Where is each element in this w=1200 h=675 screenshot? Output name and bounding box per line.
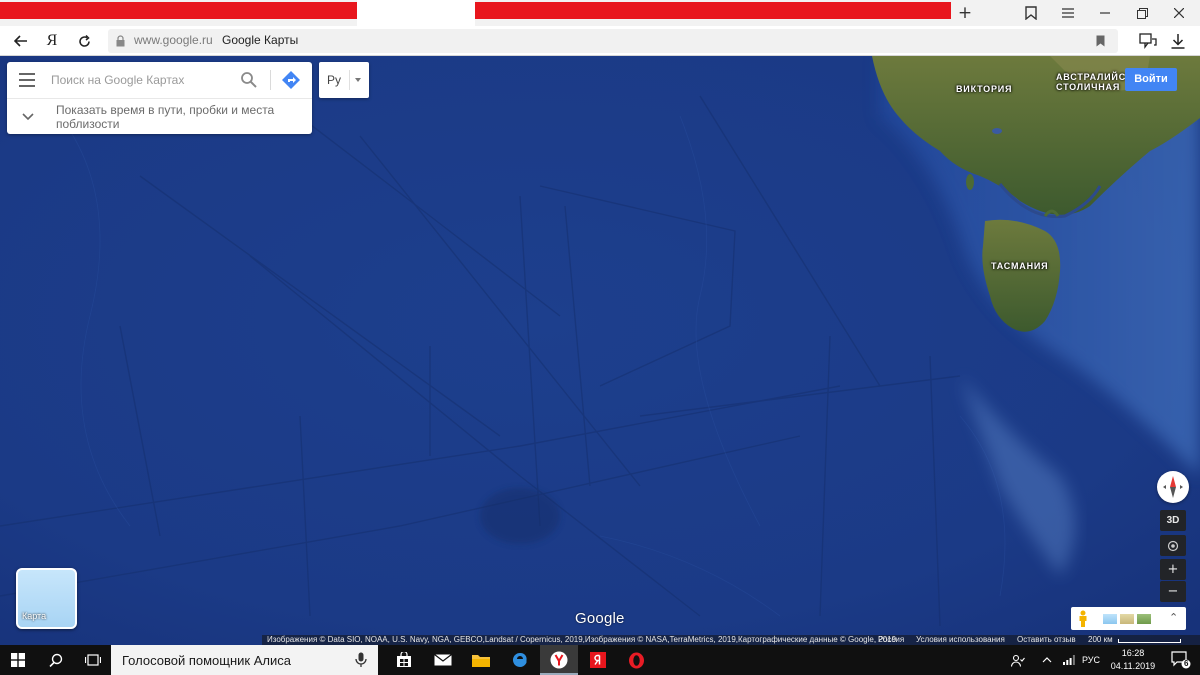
language-value: Ру <box>327 73 342 87</box>
tray-overflow-icon[interactable] <box>1035 645 1059 675</box>
satellite-imagery <box>0 56 1200 645</box>
compass-control[interactable] <box>1157 471 1189 503</box>
clock-time: 16:28 <box>1121 648 1145 658</box>
address-bar: Я www.google.ru Google Карты <box>0 26 1200 56</box>
network-icon[interactable] <box>1057 645 1081 675</box>
restore-icon[interactable] <box>1127 2 1157 24</box>
lock-icon <box>116 35 125 47</box>
reload-icon[interactable] <box>73 30 95 52</box>
browser-tab-strip: + <box>0 0 1200 26</box>
voice-assistant-box[interactable]: Голосовой помощник Алиса <box>111 645 378 675</box>
search-input[interactable] <box>51 70 231 90</box>
translate-icon[interactable] <box>1137 30 1159 52</box>
back-arrow-icon[interactable] <box>10 30 32 52</box>
scale-bar <box>1118 639 1181 643</box>
menu-icon[interactable] <box>1053 2 1083 24</box>
map-type-label: Карта <box>22 611 47 621</box>
url-domain: www.google.ru <box>134 33 213 47</box>
new-tab-icon[interactable]: + <box>950 2 980 24</box>
windows-start-icon[interactable] <box>0 645 36 675</box>
yandex-logo-icon[interactable]: Я <box>41 30 63 52</box>
label-victoria[interactable]: ВИКТОРИЯ <box>956 84 1012 94</box>
layer-terrain-icon[interactable] <box>1120 614 1134 624</box>
layers-strip[interactable]: ⌃ <box>1071 607 1186 630</box>
scale-label[interactable]: 200 км <box>1088 635 1113 645</box>
people-icon[interactable] <box>1003 645 1033 675</box>
search-divider <box>270 70 271 90</box>
download-icon[interactable] <box>1167 30 1189 52</box>
mail-icon[interactable] <box>425 645 461 675</box>
compass-icon <box>1163 476 1183 498</box>
terms-link[interactable]: Условия использования <box>916 635 1005 645</box>
windows-taskbar: Голосовой помощник Алиса РУС 16:28 04.11… <box>0 645 1200 675</box>
microphone-icon[interactable] <box>355 652 367 668</box>
feedback-link[interactable]: Оставить отзыв <box>1017 635 1076 645</box>
yandex-browser-task[interactable] <box>540 645 578 675</box>
voice-assistant-label: Голосовой помощник Алиса <box>122 653 291 668</box>
file-explorer-icon[interactable] <box>463 645 499 675</box>
google-logo: Google <box>575 610 625 627</box>
location-target-icon <box>1167 540 1179 551</box>
notifications-icon[interactable]: 6 <box>1163 645 1199 675</box>
three-d-toggle-button[interactable]: 3D <box>1160 510 1186 531</box>
active-tab[interactable] <box>357 0 475 26</box>
search-taskbar-icon[interactable] <box>38 645 74 675</box>
yandex-browser-icon <box>550 651 568 669</box>
bookmark-icon[interactable] <box>1096 35 1105 47</box>
close-icon[interactable] <box>1164 2 1194 24</box>
my-location-button[interactable] <box>1160 535 1186 556</box>
imagery-attribution: Изображения © Data SIO, NOAA, U.S. Navy,… <box>267 635 897 644</box>
notification-count: 6 <box>1184 659 1189 668</box>
search-icon[interactable] <box>240 71 258 89</box>
layer-satellite-icon[interactable] <box>1137 614 1151 624</box>
edge-browser-icon[interactable] <box>502 645 538 675</box>
opera-icon[interactable] <box>618 645 654 675</box>
task-view-icon[interactable] <box>75 645 111 675</box>
directions-icon[interactable] <box>281 70 301 90</box>
zoom-out-button[interactable]: − <box>1160 581 1186 602</box>
map-type-thumbnail[interactable]: Карта <box>16 568 77 629</box>
search-row <box>7 62 312 98</box>
expand-up-icon[interactable]: ⌃ <box>1169 611 1178 624</box>
input-language-indicator[interactable]: РУС <box>1082 655 1100 665</box>
travel-hint-row[interactable]: Показать время в пути, пробки и места по… <box>7 98 312 134</box>
yandex-icon[interactable] <box>580 645 616 675</box>
store-icon[interactable] <box>386 645 422 675</box>
page-title: Google Карты <box>222 33 299 47</box>
tab-group-left[interactable] <box>0 2 357 19</box>
clock-date: 04.11.2019 <box>1110 661 1156 671</box>
bookmarks-icon[interactable] <box>1016 2 1046 24</box>
language-divider <box>349 70 350 90</box>
search-panel: Показать время в пути, пробки и места по… <box>7 62 312 134</box>
zoom-in-button[interactable]: + <box>1160 559 1186 580</box>
sign-in-button[interactable]: Войти <box>1125 68 1177 91</box>
layer-map-icon[interactable] <box>1103 614 1117 624</box>
attribution-bar: Изображения © Data SIO, NOAA, U.S. Navy,… <box>262 635 1200 645</box>
hamburger-menu-icon[interactable] <box>19 73 35 87</box>
label-australian-capital[interactable]: АВСТРАЛИЙС СТОЛИЧНАЯ <box>1056 72 1126 92</box>
taskbar-clock[interactable]: 16:28 04.11.2019 <box>1105 647 1161 673</box>
dropdown-arrow-icon <box>355 78 361 82</box>
travel-hint-text: Показать время в пути, пробки и места по… <box>56 103 275 131</box>
country-link[interactable]: Россия <box>878 635 904 645</box>
satellite-map[interactable] <box>0 56 1200 645</box>
url-field[interactable]: www.google.ru Google Карты <box>108 29 1118 53</box>
label-tasmania[interactable]: ТАСМАНИЯ <box>991 261 1048 271</box>
chevron-down-icon <box>22 113 34 121</box>
tab-group-right[interactable] <box>475 2 951 19</box>
minimize-icon[interactable] <box>1090 2 1120 24</box>
language-selector[interactable]: Ру <box>319 62 369 98</box>
pegman-icon[interactable] <box>1077 610 1089 627</box>
